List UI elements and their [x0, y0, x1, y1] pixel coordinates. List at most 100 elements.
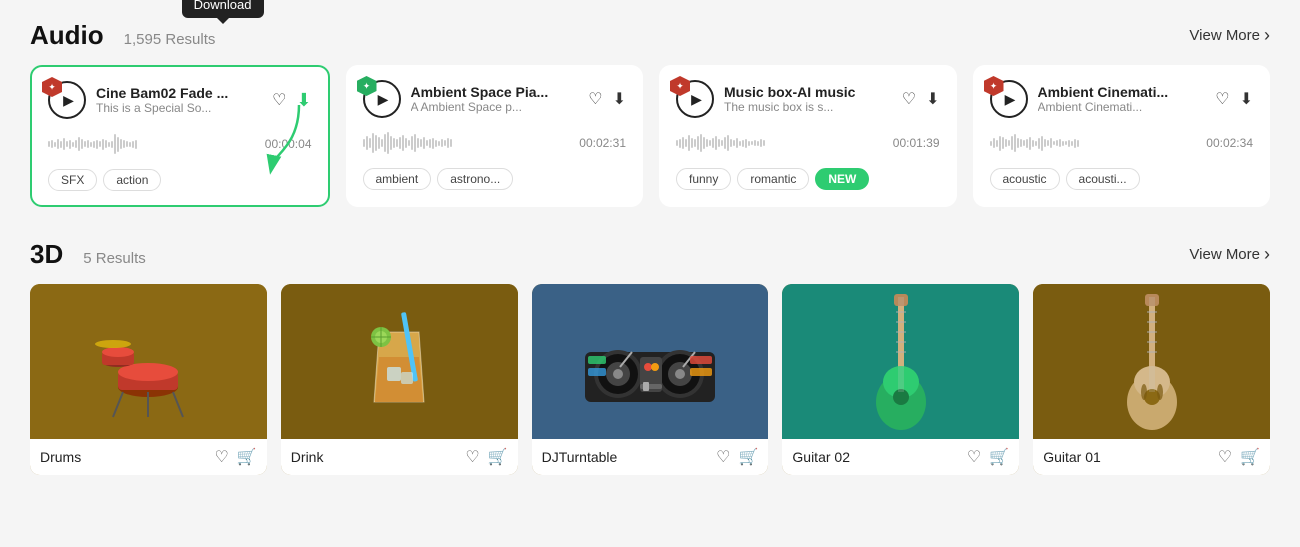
card-4-meta: Ambient Cinemati... Ambient Cinemati... — [1038, 84, 1206, 114]
tag-acoustic[interactable]: acoustic — [990, 168, 1060, 190]
3d-title: 3D — [30, 239, 63, 270]
3d-actions-guitar1: ♡ 🛒 — [1218, 447, 1260, 467]
heart-icon-1[interactable]: ♡ — [272, 90, 286, 110]
play-icon-4: ▶ — [1005, 91, 1016, 108]
3d-items-row: Drums ♡ 🛒 — [30, 284, 1270, 475]
3d-item-guitar1[interactable]: Guitar 01 ♡ 🛒 — [1033, 284, 1270, 475]
tag-action[interactable]: action — [103, 169, 161, 191]
3d-actions-dj: ♡ 🛒 — [716, 447, 758, 467]
3d-item-guitar2[interactable]: Guitar 02 ♡ 🛒 — [782, 284, 1019, 475]
card-2-tags: ambient astrono... — [363, 168, 627, 190]
card-3-duration: 00:01:39 — [893, 136, 940, 150]
tag-funny[interactable]: funny — [676, 168, 731, 190]
card-1-actions: ♡ ⬇ — [272, 90, 311, 111]
3d-name-drums: Drums — [40, 449, 81, 465]
audio-card-3: ✦ ▶ Music box-AI music The music box is … — [659, 65, 957, 207]
drums-svg — [93, 302, 203, 422]
heart-icon-drink[interactable]: ♡ — [465, 447, 479, 467]
tag-acousti[interactable]: acousti... — [1066, 168, 1140, 190]
heart-icon-drums[interactable]: ♡ — [215, 447, 229, 467]
guitar2-svg — [866, 292, 936, 432]
heart-icon-3[interactable]: ♡ — [902, 89, 916, 109]
3d-label-dj: DJTurntable ♡ 🛒 — [532, 439, 769, 475]
download-icon-1[interactable]: ⬇ — [296, 90, 311, 111]
3d-label-guitar1: Guitar 01 ♡ 🛒 — [1033, 439, 1270, 475]
tag-ambient[interactable]: ambient — [363, 168, 432, 190]
cart-icon-drink[interactable]: 🛒 — [488, 447, 508, 467]
audio-card-2: ✦ ▶ Ambient Space Pia... A Ambient Space… — [346, 65, 644, 207]
3d-name-dj: DJTurntable — [542, 449, 618, 465]
3d-img-drums — [30, 284, 267, 439]
play-icon-2: ▶ — [378, 91, 389, 108]
card-3-waveform-row: 00:01:39 — [676, 128, 940, 158]
3d-name-drink: Drink — [291, 449, 324, 465]
audio-title: Audio — [30, 20, 104, 51]
guitar1-svg — [1117, 292, 1187, 432]
3d-name-guitar1: Guitar 01 — [1043, 449, 1101, 465]
tag-astrono[interactable]: astrono... — [437, 168, 513, 190]
cart-icon-guitar2[interactable]: 🛒 — [989, 447, 1009, 467]
card-1-subtitle: This is a Special So... — [96, 101, 262, 115]
download-icon-3[interactable]: ⬇ — [926, 89, 939, 109]
card-3-actions: ♡ ⬇ — [902, 89, 940, 109]
tag-new-badge[interactable]: NEW — [815, 168, 869, 190]
dj-svg — [580, 312, 720, 412]
card-3-top: ▶ Music box-AI music The music box is s.… — [676, 80, 940, 118]
play-icon-3: ▶ — [691, 91, 702, 108]
download-icon-2[interactable]: ⬇ — [613, 89, 626, 109]
tag-romantic[interactable]: romantic — [737, 168, 809, 190]
audio-card-1: ✦ Download ▶ C — [30, 65, 330, 207]
cart-icon-dj[interactable]: 🛒 — [738, 447, 758, 467]
waveform-2 — [363, 128, 572, 158]
card-2-actions: ♡ ⬇ — [588, 89, 626, 109]
waveform-4 — [990, 128, 1199, 158]
card-4-duration: 00:02:34 — [1206, 136, 1253, 150]
3d-img-dj — [532, 284, 769, 439]
tag-sfx[interactable]: SFX — [48, 169, 97, 191]
card-2-waveform-row: 00:02:31 — [363, 128, 627, 158]
cart-icon-drums[interactable]: 🛒 — [237, 447, 257, 467]
card-1-title: Cine Bam02 Fade ... — [96, 85, 262, 101]
play-icon-1: ▶ — [63, 92, 74, 109]
3d-actions-guitar2: ♡ 🛒 — [967, 447, 1009, 467]
audio-card-4: ✦ ▶ Ambient Cinemati... Ambient Cinemati… — [973, 65, 1271, 207]
card-4-waveform-row: 00:02:34 — [990, 128, 1254, 158]
audio-view-more[interactable]: View More › — [1189, 25, 1270, 46]
3d-item-dj[interactable]: DJTurntable ♡ 🛒 — [532, 284, 769, 475]
card-1-meta: Cine Bam02 Fade ... This is a Special So… — [96, 85, 262, 115]
card-4-top: ▶ Ambient Cinemati... Ambient Cinemati..… — [990, 80, 1254, 118]
card-3-tags: funny romantic NEW — [676, 168, 940, 190]
card-2-subtitle: A Ambient Space p... — [411, 100, 579, 114]
3d-label-guitar2: Guitar 02 ♡ 🛒 — [782, 439, 1019, 475]
card-4-tags: acoustic acousti... — [990, 168, 1254, 190]
chevron-right-icon: › — [1264, 25, 1270, 46]
download-icon-4[interactable]: ⬇ — [1240, 89, 1253, 109]
3d-label-drums: Drums ♡ 🛒 — [30, 439, 267, 475]
audio-count: 1,595 Results — [124, 31, 216, 48]
3d-name-guitar2: Guitar 02 — [792, 449, 850, 465]
heart-icon-guitar2[interactable]: ♡ — [967, 447, 981, 467]
card-2-top: ▶ Ambient Space Pia... A Ambient Space p… — [363, 80, 627, 118]
3d-img-guitar2 — [782, 284, 1019, 439]
heart-icon-dj[interactable]: ♡ — [716, 447, 730, 467]
heart-icon-guitar1[interactable]: ♡ — [1218, 447, 1232, 467]
3d-img-drink — [281, 284, 518, 439]
card-2-title: Ambient Space Pia... — [411, 84, 579, 100]
card-3-meta: Music box-AI music The music box is s... — [724, 84, 892, 114]
card-3-subtitle: The music box is s... — [724, 100, 892, 114]
cart-icon-guitar1[interactable]: 🛒 — [1240, 447, 1260, 467]
3d-count: 5 Results — [83, 250, 146, 267]
card-4-title: Ambient Cinemati... — [1038, 84, 1206, 100]
3d-item-drink[interactable]: Drink ♡ 🛒 — [281, 284, 518, 475]
heart-icon-4[interactable]: ♡ — [1215, 89, 1229, 109]
card-1-tags: SFX action — [48, 169, 312, 191]
card-1-waveform-row: 00:00:04 — [48, 129, 312, 159]
3d-img-guitar1 — [1033, 284, 1270, 439]
3d-label-drink: Drink ♡ 🛒 — [281, 439, 518, 475]
card-4-actions: ♡ ⬇ — [1215, 89, 1253, 109]
heart-icon-2[interactable]: ♡ — [588, 89, 602, 109]
audio-cards-row: ✦ Download ▶ C — [30, 65, 1270, 207]
3d-view-more[interactable]: View More › — [1189, 244, 1270, 265]
3d-item-drums[interactable]: Drums ♡ 🛒 — [30, 284, 267, 475]
card-2-meta: Ambient Space Pia... A Ambient Space p..… — [411, 84, 579, 114]
